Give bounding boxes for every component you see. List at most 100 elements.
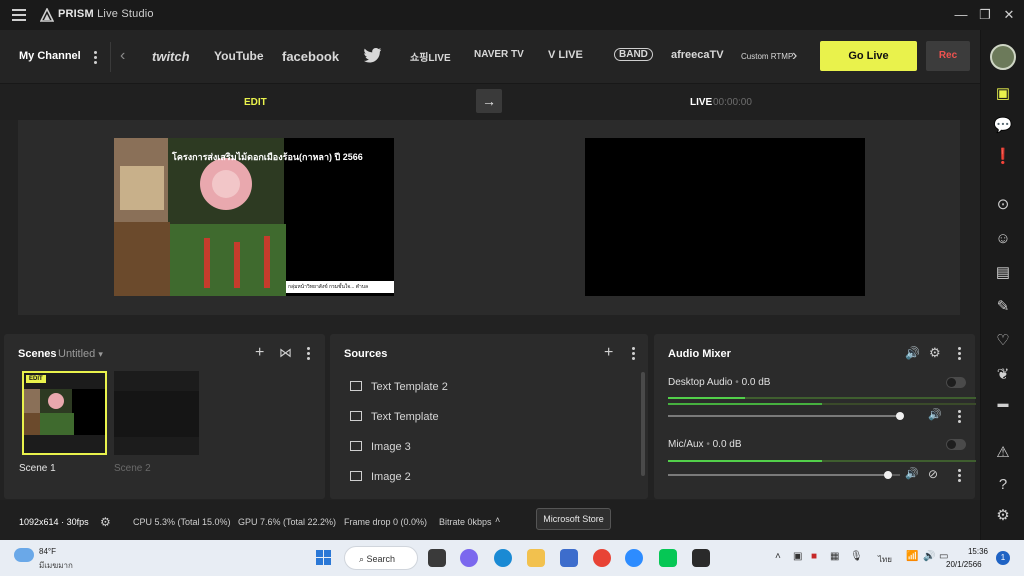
- edge-icon[interactable]: [494, 549, 512, 567]
- add-source-icon[interactable]: +: [604, 344, 613, 362]
- windows-start-icon[interactable]: [316, 550, 332, 566]
- audio-channel-name: Desktop Audio: [668, 377, 733, 388]
- speaker-icon[interactable]: 🔊: [928, 408, 942, 421]
- twitter-icon[interactable]: [364, 48, 382, 63]
- tray-app-icon[interactable]: ▦: [830, 551, 839, 562]
- audio-more-icon[interactable]: [958, 347, 962, 361]
- audio-channel-level: 0.0 dB: [712, 439, 742, 450]
- mic-aux-toggle[interactable]: [946, 439, 966, 450]
- scene-collection-dropdown[interactable]: Untitled ▾: [58, 348, 103, 360]
- settings-icon[interactable]: ⚙: [993, 506, 1013, 526]
- help-icon[interactable]: ?: [993, 475, 1013, 495]
- platform-afreecatv[interactable]: afreecaTV: [671, 49, 724, 61]
- scene-label[interactable]: Scene 2: [114, 463, 151, 474]
- noise-filter-icon[interactable]: ⊘: [928, 467, 938, 481]
- clock-time[interactable]: 15:36: [964, 547, 988, 556]
- volume-slider-knob[interactable]: [884, 471, 893, 479]
- weather-temperature[interactable]: 84°F: [39, 547, 56, 556]
- scene-label[interactable]: Scene 1: [19, 463, 56, 474]
- teams-chat-icon[interactable]: [460, 549, 478, 567]
- scene-thumbnail[interactable]: [114, 371, 199, 455]
- transition-icon[interactable]: ⋈: [279, 345, 292, 361]
- minimize-button[interactable]: —: [952, 6, 970, 24]
- tray-app-icon[interactable]: ▣: [793, 551, 802, 562]
- source-item[interactable]: Text Template 2: [350, 381, 448, 393]
- speaker-icon[interactable]: 🔊: [905, 346, 920, 360]
- source-item[interactable]: Image 2: [350, 471, 411, 483]
- mic-aux-more-icon[interactable]: [958, 469, 962, 483]
- my-channel-label[interactable]: My Channel: [19, 50, 81, 62]
- scenes-more-icon[interactable]: [307, 347, 311, 361]
- file-explorer-icon[interactable]: [527, 549, 545, 567]
- drawing-icon[interactable]: ✎: [993, 297, 1013, 317]
- gear-icon[interactable]: ⚙: [929, 345, 941, 361]
- leaf-icon[interactable]: ❦: [993, 365, 1013, 385]
- audio-channel-name: Mic/Aux: [668, 439, 704, 450]
- image-icon: [350, 441, 362, 451]
- rec-button[interactable]: Rec: [926, 41, 970, 71]
- desktop-audio-more-icon[interactable]: [958, 410, 962, 424]
- settings-icon[interactable]: ⚙: [100, 515, 111, 529]
- microsoft-store-icon[interactable]: [560, 549, 578, 567]
- search-label: Search: [366, 554, 396, 564]
- platform-custom-rtmp[interactable]: Custom RTMP: [741, 52, 793, 61]
- report-icon[interactable]: ⚠: [993, 443, 1013, 463]
- output-info: 1092x614 · 30fps: [19, 517, 89, 527]
- platform-naver-tv[interactable]: NAVER TV: [474, 49, 524, 60]
- speaker-icon[interactable]: 🔊: [905, 467, 919, 480]
- layout-icon[interactable]: ▣: [993, 84, 1013, 104]
- profile-icon[interactable]: ▤: [993, 263, 1013, 283]
- platform-vlive[interactable]: V LIVE: [548, 49, 583, 61]
- chat-icon[interactable]: 💬: [993, 116, 1013, 136]
- language-indicator[interactable]: ไทย: [878, 553, 892, 566]
- chevron-up-icon[interactable]: ˄: [775, 551, 781, 562]
- camera-icon[interactable]: ⊙: [993, 195, 1013, 215]
- notification-badge[interactable]: 1: [996, 551, 1010, 565]
- restore-button[interactable]: ❐: [976, 6, 994, 24]
- heart-icon[interactable]: ♡: [993, 331, 1013, 351]
- sources-scrollbar[interactable]: [641, 372, 645, 476]
- edit-preview-canvas[interactable]: โครงการส่งเสริมไม้ดอกเมืองร้อน(กาหลา) ปี…: [114, 138, 394, 296]
- chevron-up-icon[interactable]: ˄: [495, 515, 500, 525]
- close-button[interactable]: ✕: [1000, 6, 1018, 24]
- platform-twitch[interactable]: twitch: [152, 49, 190, 64]
- prism-taskbar-icon[interactable]: [692, 549, 710, 567]
- wifi-icon[interactable]: 📶: [906, 551, 918, 562]
- add-scene-icon[interactable]: +: [255, 344, 264, 362]
- platform-youtube[interactable]: YouTube: [214, 49, 264, 63]
- cloud-icon[interactable]: [14, 548, 34, 562]
- microphone-icon[interactable]: 🎙: [850, 551, 863, 562]
- clock-date[interactable]: 20/1/2566: [946, 560, 982, 569]
- weather-description[interactable]: มีเมฆมาก: [39, 559, 73, 572]
- source-item[interactable]: Text Template: [350, 411, 439, 423]
- platform-shopping-live[interactable]: 쇼핑LIVE: [410, 49, 451, 64]
- volume-slider-knob[interactable]: [896, 412, 904, 420]
- alert-icon[interactable]: ❗: [993, 147, 1013, 167]
- go-live-button[interactable]: Go Live: [820, 41, 917, 71]
- source-item[interactable]: Image 3: [350, 441, 411, 453]
- volume-slider-fill: [668, 415, 900, 417]
- volume-slider[interactable]: [668, 412, 904, 420]
- desktop-audio-toggle[interactable]: [946, 377, 966, 388]
- line-icon[interactable]: [659, 549, 677, 567]
- sources-more-icon[interactable]: [632, 347, 636, 361]
- avatar[interactable]: [990, 44, 1016, 70]
- bar-icon[interactable]: ▬: [993, 394, 1013, 414]
- transition-arrow-button[interactable]: →: [476, 89, 502, 113]
- sticker-icon[interactable]: ☺: [993, 229, 1013, 249]
- chrome-icon[interactable]: [593, 549, 611, 567]
- scene-thumbnail[interactable]: EDIT: [22, 371, 107, 455]
- taskbar-search[interactable]: ⌕ Search: [344, 546, 418, 570]
- chevron-right-icon[interactable]: ›: [792, 47, 797, 65]
- platform-band[interactable]: BAND: [614, 48, 653, 61]
- volume-slider[interactable]: [668, 471, 900, 479]
- volume-icon[interactable]: 🔊: [923, 551, 935, 562]
- channel-more-icon[interactable]: [94, 51, 98, 65]
- tray-app-icon[interactable]: ■: [811, 551, 817, 562]
- platform-facebook[interactable]: facebook: [282, 49, 339, 64]
- chevron-left-icon[interactable]: ‹: [120, 47, 125, 65]
- menu-icon[interactable]: [12, 9, 26, 21]
- task-view-icon[interactable]: [428, 549, 446, 567]
- audio-mixer-panel: Audio Mixer 🔊 ⚙ Desktop Audio • 0.0 dB 🔊…: [654, 334, 976, 499]
- zoom-icon[interactable]: [625, 549, 643, 567]
